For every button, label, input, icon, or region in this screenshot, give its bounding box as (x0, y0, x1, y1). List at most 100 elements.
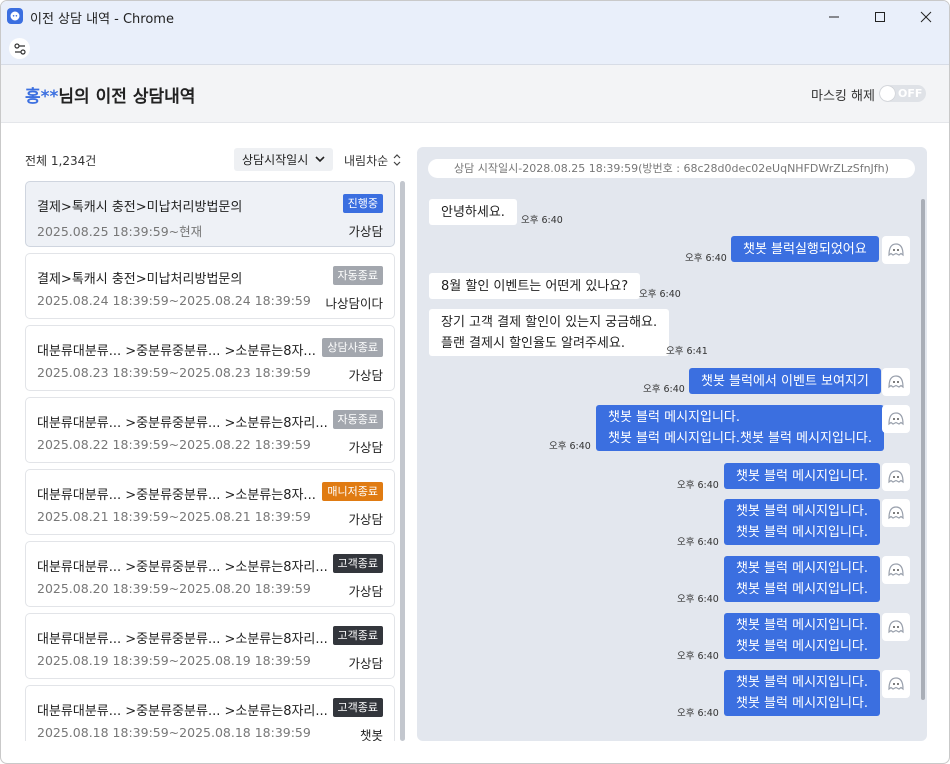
message-text: 챗봇 블럭실행되었어요 (743, 241, 867, 257)
bot-message: 챗봇 블럭 메시지입니다. 챗봇 블럭 메시지입니다. (724, 499, 880, 545)
close-icon (920, 11, 932, 22)
chat-panel: 상담 시작일시-2028.08.25 18:39:59(방번호 : 68c28d… (417, 147, 927, 741)
close-button[interactable] (903, 1, 949, 32)
user-message: 안녕하세요. (429, 199, 517, 225)
consultation-agent: 챗봇 (359, 728, 383, 741)
consultation-category: 결제>톡캐시 충전>미납처리방법문의 (37, 200, 243, 215)
consultation-agent: 가상담 (348, 656, 383, 671)
consultation-item[interactable]: 대분류대분류... >중분류중분류... >소분류는8자리... 고객종료 20… (25, 685, 395, 741)
consultation-date: 2025.08.22 18:39:59~2025.08.22 18:39:59 (37, 437, 311, 452)
window-title: 이전 상담 내역 - Chrome (30, 12, 174, 27)
status-badge: 고객종료 (332, 698, 383, 717)
minimize-icon (829, 16, 839, 17)
settings-sliders-icon[interactable] (9, 38, 30, 59)
consultation-item[interactable]: 대분류대분류... >중분류중분류... >소분류는8자리... 자동종료 20… (25, 397, 395, 463)
sort-updown-icon (393, 154, 401, 166)
chat-session-header: 상담 시작일시-2028.08.25 18:39:59(방번호 : 68c28d… (428, 159, 915, 178)
maximize-button[interactable] (857, 1, 903, 32)
chat-scrollbar[interactable] (921, 199, 925, 700)
consultation-category: 대분류대분류... >중분류중분류... >소분류는8자리... (37, 704, 328, 719)
consultation-list: 결제>톡캐시 충전>미납처리방법문의 진행중 2025.08.25 18:39:… (25, 181, 395, 741)
list-scrollbar[interactable] (400, 181, 405, 741)
message-time: 오후 6:40 (677, 480, 719, 491)
bot-face-icon (882, 670, 910, 698)
user-message: 장기 고객 결제 할인이 있는지 궁금해요. 플랜 결제시 할인율도 알려주세요. (429, 309, 670, 356)
bot-face-icon (882, 405, 910, 433)
message-text: 안녕하세요. (441, 204, 505, 220)
message-time: 오후 6:41 (666, 346, 708, 357)
consultation-date: 2025.08.23 18:39:59~2025.08.23 18:39:59 (37, 365, 311, 380)
sort-field-select[interactable]: 상담시작일시 (234, 148, 333, 171)
message-text-line1: 챗봇 블럭 메시지입니다. (736, 561, 868, 576)
status-badge: 매니저종료 (322, 482, 383, 501)
sort-field-label: 상담시작일시 (242, 153, 309, 167)
user-message: 8월 할인 이벤트는 어떤게 있나요? (429, 273, 641, 299)
consultation-date: 2025.08.25 18:39:59~현재 (37, 224, 203, 239)
consultation-item[interactable]: 대분류대분류... >중분류중분류... >소분류는8자... 매니저종료 20… (25, 469, 395, 535)
bot-message: 챗봇 블럭 메시지입니다. 챗봇 블럭 메시지입니다. (724, 556, 880, 602)
message-time: 오후 6:40 (639, 289, 681, 300)
bot-face-icon (882, 368, 910, 396)
message-time: 오후 6:40 (549, 441, 591, 452)
toggle-knob (880, 86, 895, 101)
consultation-date: 2025.08.19 18:39:59~2025.08.19 18:39:59 (37, 653, 311, 668)
bot-message: 챗봇 블럭에서 이벤트 보여지기 (689, 368, 881, 394)
status-badge: 자동종료 (332, 410, 383, 429)
message-text-line2: 플랜 결제시 할인율도 알려주세요. (441, 335, 625, 351)
message-time: 오후 6:40 (643, 384, 685, 395)
browser-toolbar (1, 32, 949, 65)
consultation-item[interactable]: 대분류대분류... >중분류중분류... >소분류는8자... 상담사종료 20… (25, 325, 395, 391)
consultation-item[interactable]: 결제>톡캐시 충전>미납처리방법문의 자동종료 2025.08.24 18:39… (25, 253, 395, 319)
consultation-item[interactable]: 대분류대분류... >중분류중분류... >소분류는8자리... 고객종료 20… (25, 613, 395, 679)
message-text-line2: 챗봇 블럭 메시지입니다.챗봇 블럭 메시지입니다. (608, 431, 872, 446)
message-text-line2: 챗봇 블럭 메시지입니다. (736, 696, 868, 711)
bot-message: 챗봇 블럭 메시지입니다. (724, 463, 880, 489)
consultation-date: 2025.08.18 18:39:59~2025.08.18 18:39:59 (37, 725, 311, 740)
status-badge: 상담사종료 (322, 338, 383, 357)
page-header: 홍**님의 이전 상담내역 마스킹 해제 OFF (1, 65, 949, 123)
bot-message: 챗봇 블럭실행되었어요 (731, 236, 879, 262)
bot-face-icon (882, 236, 910, 264)
message-time: 오후 6:40 (677, 537, 719, 548)
bot-message: 챗봇 블럭 메시지입니다. 챗봇 블럭 메시지입니다. (724, 613, 880, 659)
consultation-category: 대분류대분류... >중분류중분류... >소분류는8자리... (37, 560, 328, 575)
bot-message: 챗봇 블럭 메시지입니다. 챗봇 블럭 메시지입니다.챗봇 블럭 메시지입니다. (596, 405, 884, 451)
consultation-category: 대분류대분류... >중분류중분류... >소분류는8자... (37, 344, 316, 359)
status-badge: 고객종료 (332, 554, 383, 573)
message-text-line1: 챗봇 블럭 메시지입니다. (736, 675, 868, 690)
chat-bubble-icon (7, 8, 23, 24)
consultation-date: 2025.08.20 18:39:59~2025.08.20 18:39:59 (37, 581, 311, 596)
status-badge: 고객종료 (332, 626, 383, 645)
consultation-agent: 가상담 (348, 368, 383, 383)
message-time: 오후 6:40 (685, 253, 727, 264)
message-text-line1: 챗봇 블럭 메시지입니다. (736, 618, 868, 633)
minimize-button[interactable] (811, 1, 857, 32)
consultation-category: 대분류대분류... >중분류중분류... >소분류는8자리... (37, 416, 328, 431)
consultation-agent: 가상담 (348, 440, 383, 455)
message-text: 챗봇 블럭에서 이벤트 보여지기 (701, 373, 869, 389)
message-text: 챗봇 블럭 메시지입니다. (736, 468, 868, 484)
sort-order-label: 내림차순 (344, 154, 389, 168)
bot-face-icon (882, 556, 910, 584)
bot-face-icon (882, 613, 910, 641)
message-text-line2: 챗봇 블럭 메시지입니다. (736, 639, 868, 654)
consultation-category: 대분류대분류... >중분류중분류... >소분류는8자리... (37, 632, 328, 647)
consultation-item[interactable]: 대분류대분류... >중분류중분류... >소분류는8자리... 고객종료 20… (25, 541, 395, 607)
page-title: 홍**님의 이전 상담내역 (25, 82, 195, 107)
status-badge: 자동종료 (332, 266, 383, 285)
message-time: 오후 6:40 (677, 594, 719, 605)
browser-window: 이전 상담 내역 - Chrome 홍**님의 이전 상담내역 마스킹 해제 O… (0, 0, 950, 764)
maximize-icon (875, 11, 885, 22)
consultation-agent: 가상담 (348, 584, 383, 599)
consultation-category: 대분류대분류... >중분류중분류... >소분류는8자... (37, 488, 316, 503)
message-time: 오후 6:40 (521, 215, 563, 226)
total-count: 전체 1,234건 (25, 154, 97, 168)
message-text-line2: 챗봇 블럭 메시지입니다. (736, 582, 868, 597)
bot-face-icon (882, 499, 910, 527)
sort-order-button[interactable]: 내림차순 (344, 152, 401, 169)
consultation-date: 2025.08.21 18:39:59~2025.08.21 18:39:59 (37, 509, 311, 524)
masking-toggle[interactable]: OFF (879, 85, 926, 102)
consultation-item[interactable]: 결제>톡캐시 충전>미납처리방법문의 진행중 2025.08.25 18:39:… (25, 181, 395, 247)
masking-label: 마스킹 해제 (811, 89, 875, 104)
consultation-category: 결제>톡캐시 충전>미납처리방법문의 (37, 272, 243, 287)
